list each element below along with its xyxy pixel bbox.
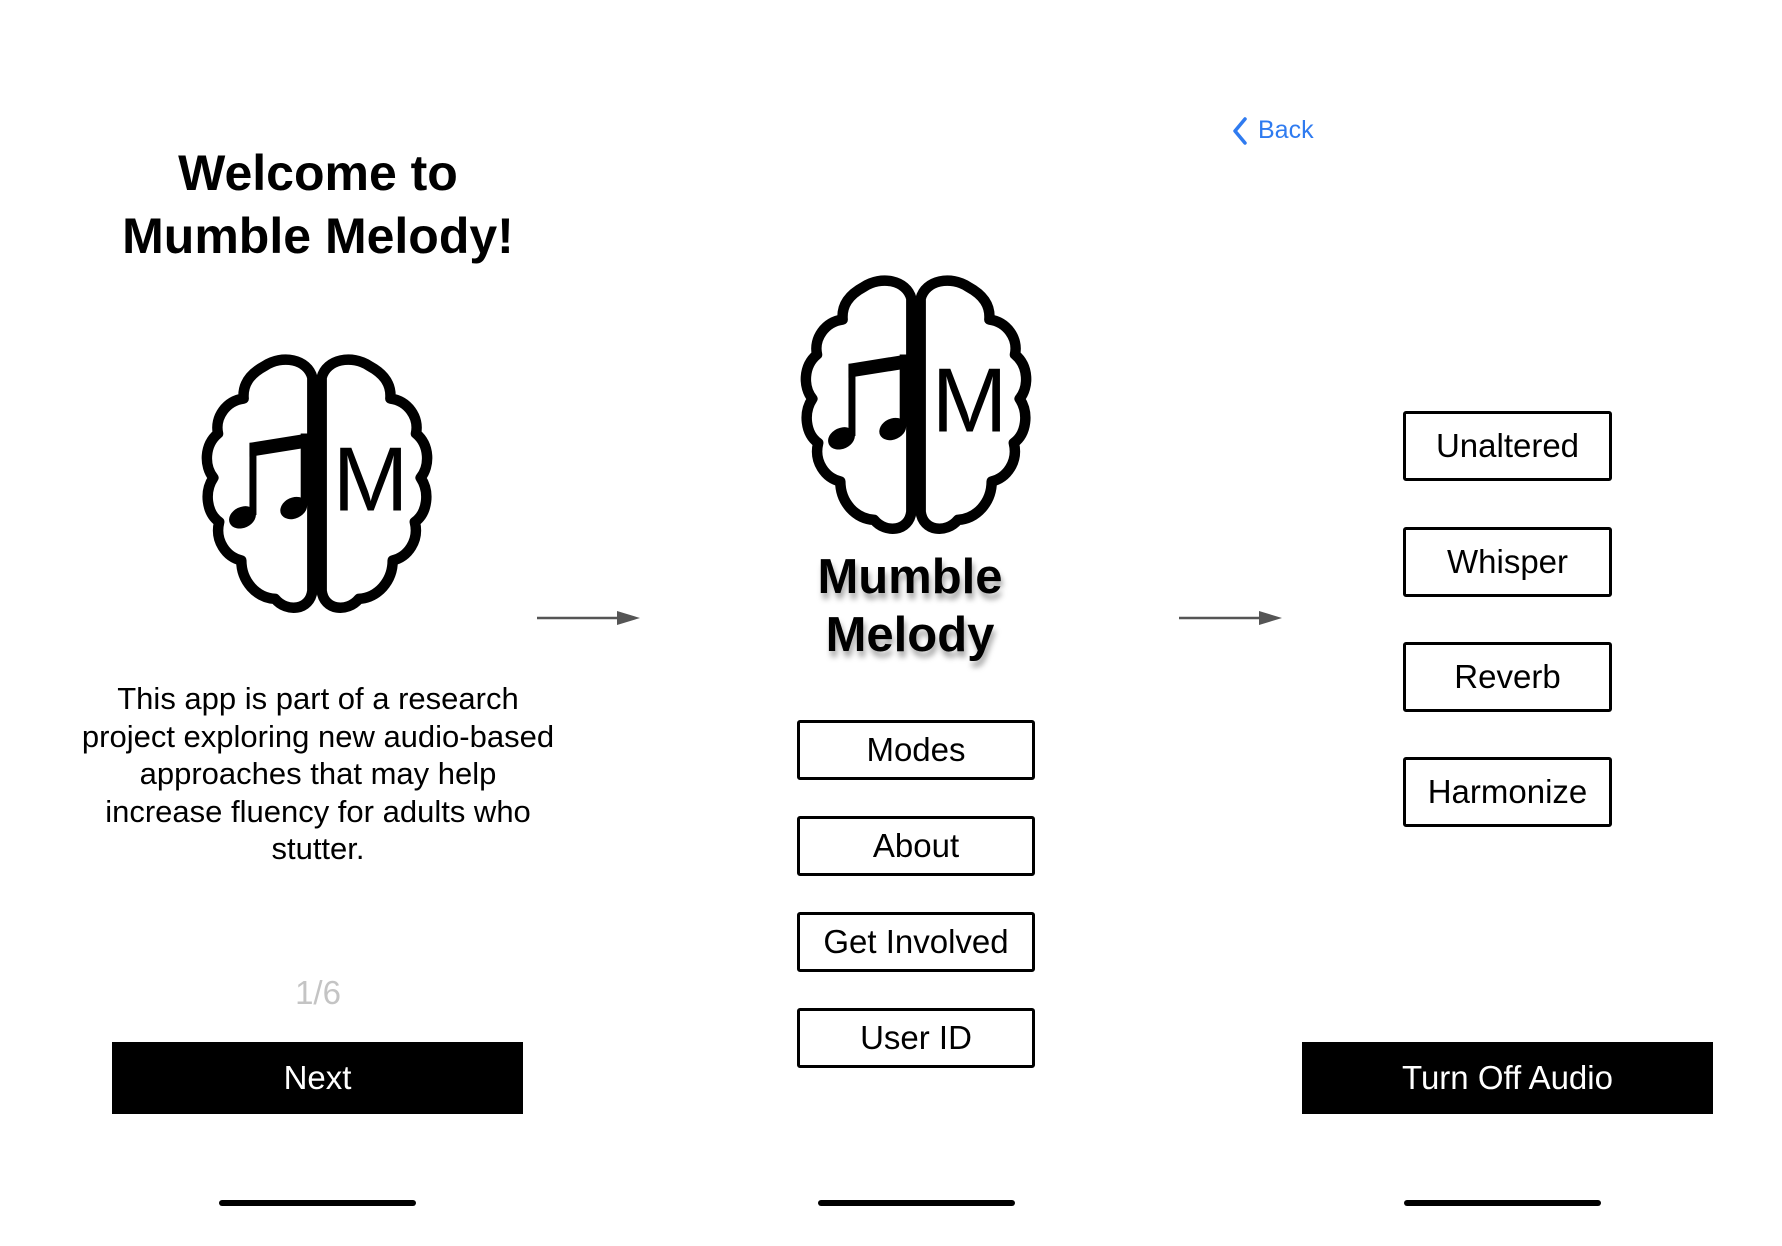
chevron-left-icon <box>1233 116 1247 145</box>
next-button[interactable]: Next <box>112 1042 523 1114</box>
back-label: Back <box>1258 116 1314 144</box>
svg-text:M: M <box>932 350 1008 451</box>
page-indicator: 1/6 <box>295 974 341 1011</box>
welcome-title: Welcome to Mumble Melody! <box>68 142 568 268</box>
mode-unaltered-button[interactable]: Unaltered <box>1403 411 1612 481</box>
intro-description: This app is part of a research project e… <box>81 681 555 866</box>
brain-logo-icon: M <box>200 352 434 614</box>
title-line-2: Mumble Melody! <box>122 208 514 264</box>
home-indicator[interactable] <box>219 1200 416 1206</box>
home-indicator[interactable] <box>1404 1200 1601 1206</box>
brain-logo-icon: M <box>799 273 1033 535</box>
mode-whisper-button[interactable]: Whisper <box>1403 527 1612 597</box>
turn-off-audio-button[interactable]: Turn Off Audio <box>1302 1042 1713 1114</box>
home-indicator[interactable] <box>818 1200 1015 1206</box>
app-name: Mumble Melody <box>760 548 1060 664</box>
arrow-right-icon <box>537 611 640 625</box>
back-button[interactable]: Back <box>1232 116 1314 145</box>
app-name-line-1: Mumble <box>817 550 1003 604</box>
arrow-right-icon <box>1179 611 1282 625</box>
get-involved-button[interactable]: Get Involved <box>797 912 1035 972</box>
svg-text:M: M <box>333 429 409 530</box>
user-id-button[interactable]: User ID <box>797 1008 1035 1068</box>
app-name-line-2: Melody <box>825 608 995 662</box>
about-button[interactable]: About <box>797 816 1035 876</box>
mode-harmonize-button[interactable]: Harmonize <box>1403 757 1612 827</box>
title-line-1: Welcome to <box>178 145 458 201</box>
mode-reverb-button[interactable]: Reverb <box>1403 642 1612 712</box>
modes-button[interactable]: Modes <box>797 720 1035 780</box>
